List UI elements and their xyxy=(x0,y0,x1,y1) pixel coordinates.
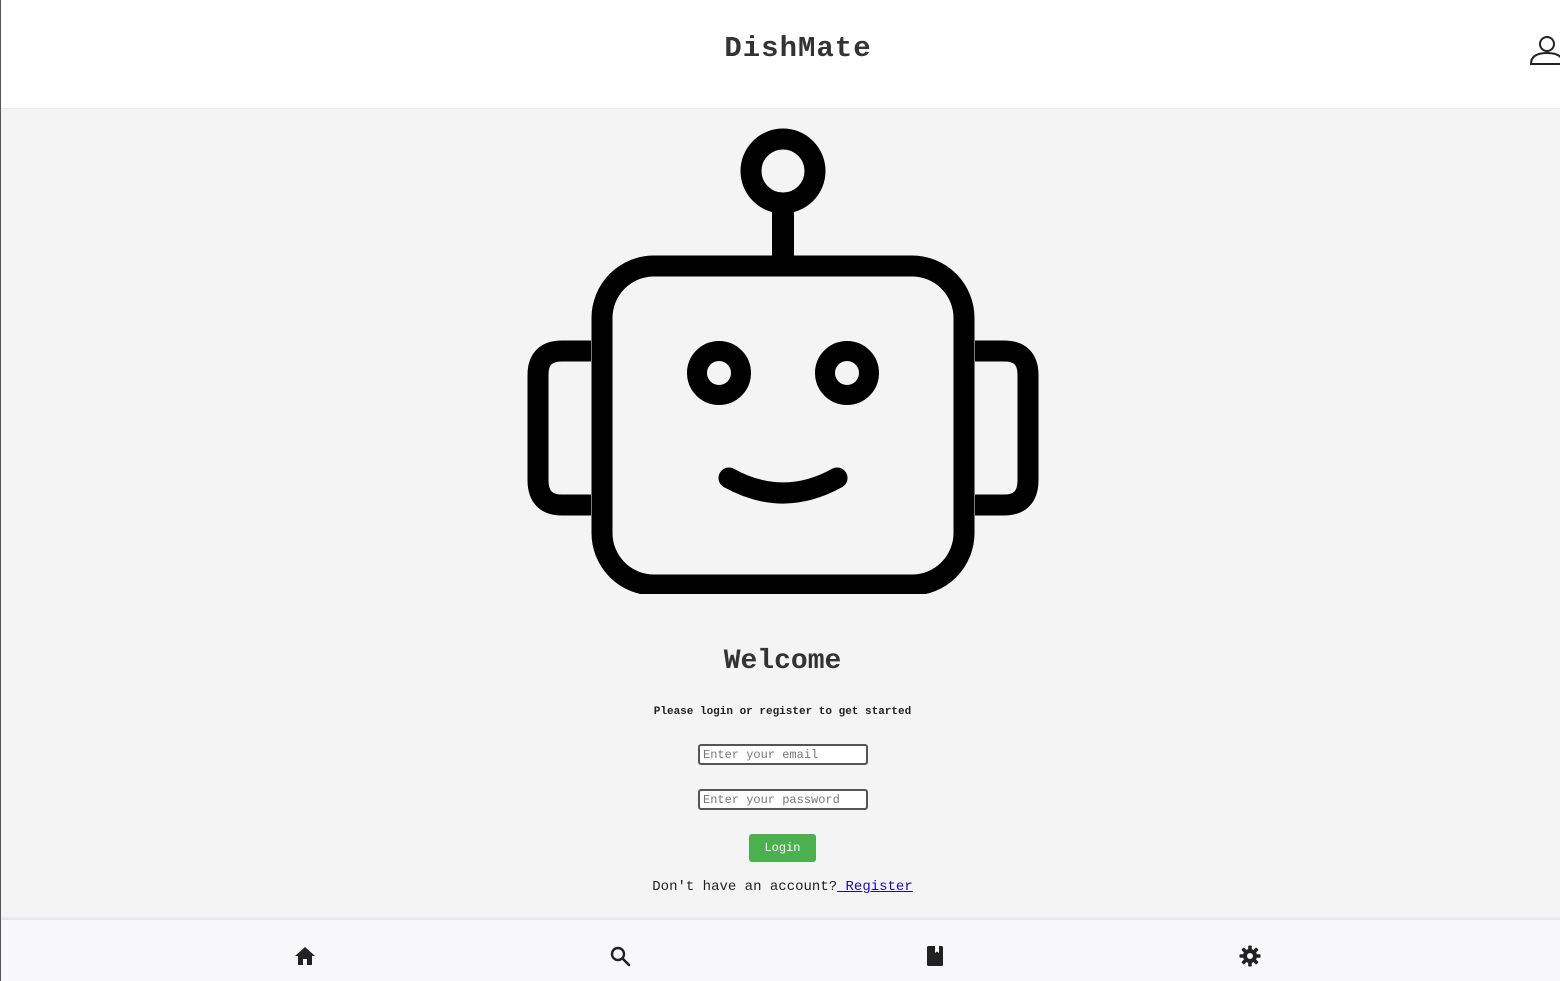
email-input[interactable] xyxy=(698,744,868,765)
register-prompt: Don't have an account? xyxy=(652,879,838,895)
top-header: DishMate xyxy=(1,0,1560,109)
register-prompt-line: Don't have an account? Register xyxy=(1,879,1560,895)
welcome-subtitle: Please login or register to get started xyxy=(653,706,912,718)
gear-icon[interactable] xyxy=(1238,944,1262,968)
bottom-navigation xyxy=(1,919,1560,981)
password-input[interactable] xyxy=(698,789,868,810)
app-title: DishMate xyxy=(724,32,872,65)
login-panel: Welcome Please login or register to get … xyxy=(1,109,1560,919)
book-icon[interactable] xyxy=(923,944,947,968)
user-icon[interactable] xyxy=(1527,34,1560,68)
app-page: DishMate Welcome Please login or registe… xyxy=(0,0,1560,981)
register-link[interactable]: Register xyxy=(837,879,913,895)
login-button[interactable]: Login xyxy=(749,834,816,862)
home-icon[interactable] xyxy=(293,944,317,968)
search-icon[interactable] xyxy=(608,944,632,968)
robot-icon xyxy=(527,128,1039,594)
welcome-heading: Welcome xyxy=(723,646,842,677)
